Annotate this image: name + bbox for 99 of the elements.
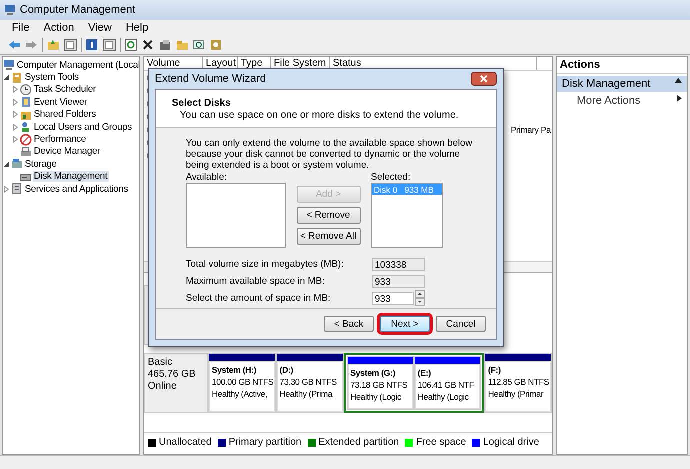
partition-size: 112.85 GB NTFS xyxy=(488,376,550,388)
readonly-field: 933 xyxy=(372,274,425,288)
panel-icon[interactable] xyxy=(103,39,116,51)
partition-block[interactable]: (E:) 106.41 GB NTF Healthy (Logic xyxy=(414,364,480,409)
field-label: Total volume size in megabytes (MB): xyxy=(186,258,345,270)
toolbox-icon xyxy=(11,72,23,84)
submenu-arrow-icon xyxy=(677,95,682,102)
clock-icon xyxy=(20,84,32,96)
actions-header: Actions xyxy=(557,57,687,74)
collapse-arrow-icon[interactable] xyxy=(3,160,10,168)
tree-item[interactable]: Event Viewer xyxy=(33,96,88,108)
partition-size: 73.30 GB NTFS xyxy=(280,376,338,388)
tree-item[interactable]: Services and Applications xyxy=(24,184,130,195)
wizard-button[interactable]: < Back xyxy=(324,316,374,332)
spin-down-button[interactable] xyxy=(415,298,425,306)
close-button[interactable] xyxy=(471,72,497,86)
computer-icon xyxy=(3,59,15,72)
partition-name: (E:) xyxy=(418,367,432,379)
header-subtitle: You can use space on one or more disks to extend the volume. xyxy=(179,110,460,121)
disk-name: Disk 0 xyxy=(374,184,398,194)
tree-item[interactable]: Task Scheduler xyxy=(33,84,98,96)
legend-label: Free space xyxy=(416,437,466,448)
storage-icon xyxy=(11,158,23,170)
printer-icon xyxy=(20,146,32,158)
close-icon[interactable] xyxy=(142,39,155,51)
field-label: Maximum available space in MB: xyxy=(186,276,326,286)
legend-label: Logical drive xyxy=(483,437,540,448)
partition-status: Healthy (Prima xyxy=(280,388,334,400)
menu-item[interactable]: View xyxy=(88,22,112,34)
menu-item[interactable]: Help xyxy=(126,22,149,34)
expand-arrow-icon[interactable] xyxy=(12,98,19,106)
disk-info: Basic xyxy=(148,357,174,369)
action-link[interactable]: More Actions xyxy=(577,95,641,107)
spin-up-button[interactable] xyxy=(415,290,425,298)
extended-partition[interactable]: System (G:) 73.18 GB NTFS Healthy (Logic (E:) 106.41 GB NTF Healthy (Logic xyxy=(344,353,484,413)
partition-name: (D:) xyxy=(280,364,294,376)
tree-item[interactable]: Device Manager xyxy=(33,146,102,158)
users-icon xyxy=(20,121,32,134)
partition-block[interactable]: System (H:) 100.00 GB NTFS Healthy (Active, xyxy=(209,361,275,412)
tree-item[interactable]: Performance xyxy=(33,134,88,146)
app-icon xyxy=(4,4,16,16)
wizard-button[interactable]: < Remove All xyxy=(296,228,360,245)
partition-block[interactable]: (D:) 73.30 GB NTFS Healthy (Prima xyxy=(276,361,342,412)
available-list[interactable] xyxy=(186,183,286,248)
partition-status: Healthy (Active, xyxy=(212,388,269,400)
description-text: You can only extend the volume to the available space shown below because your disk cannot be converted to dynamic or the volume being extended is a boot or system volume. xyxy=(186,138,474,171)
disk-space: 933 MB xyxy=(404,184,434,194)
legend-label: Extended partition xyxy=(318,437,400,448)
menu-item[interactable]: File xyxy=(12,22,30,34)
partition-name: System (G:) xyxy=(350,367,396,379)
folder-icon[interactable] xyxy=(47,39,60,51)
wizard-button[interactable]: Next > xyxy=(380,316,430,332)
tree-item[interactable]: Disk Management xyxy=(33,171,109,182)
disk-info: Online xyxy=(148,381,178,393)
partition-block[interactable]: (F:) 112.85 GB NTFS Healthy (Primar xyxy=(485,361,552,412)
collapse-arrow-icon[interactable] xyxy=(675,78,682,83)
partition-size: 73.18 GB NTFS xyxy=(350,379,409,391)
partition-name: (F:) xyxy=(488,364,502,376)
wizard-button[interactable]: Cancel xyxy=(436,316,486,332)
list-label: Available: xyxy=(186,172,228,183)
refresh-icon[interactable] xyxy=(125,39,138,51)
spin-field[interactable]: 933 xyxy=(372,292,414,304)
partition-size: 106.41 GB NTF xyxy=(418,379,476,391)
expand-arrow-icon[interactable] xyxy=(12,124,19,131)
tree-item[interactable]: Storage xyxy=(24,158,58,170)
field-label: Select the amount of space in MB: xyxy=(186,292,332,304)
tree-item[interactable]: Shared Folders xyxy=(33,109,98,120)
tree-item[interactable]: Local Users and Groups xyxy=(33,122,134,133)
partition-size: 100.00 GB NTFS xyxy=(212,376,273,388)
dialog-title: Extend Volume Wizard xyxy=(155,73,266,85)
back-icon[interactable] xyxy=(8,39,21,51)
expand-arrow-icon[interactable] xyxy=(12,136,19,144)
log-icon xyxy=(20,96,32,108)
wizard-button[interactable]: < Remove xyxy=(296,207,360,224)
disk-info: 465.76 GB xyxy=(148,369,197,381)
expand-arrow-icon[interactable] xyxy=(12,86,19,94)
panel-icon[interactable] xyxy=(64,39,77,51)
search-icon[interactable] xyxy=(193,39,206,51)
gauge-icon xyxy=(20,134,32,146)
services-icon xyxy=(11,183,23,196)
actions-section[interactable]: Disk Management xyxy=(557,76,687,92)
partition-name: System (H:) xyxy=(212,364,258,376)
expand-arrow-icon[interactable] xyxy=(3,186,10,193)
header-title: Select Disks xyxy=(172,98,232,109)
partition-status: Healthy (Logic xyxy=(418,391,470,403)
expand-arrow-icon[interactable] xyxy=(12,111,19,118)
legend-label: Unallocated xyxy=(159,437,212,448)
window-title: Computer Management xyxy=(20,4,136,16)
partition-status: Healthy (Primar xyxy=(488,388,545,400)
tree-item[interactable]: System Tools xyxy=(24,72,80,84)
partition-block[interactable]: System (G:) 73.18 GB NTFS Healthy (Logic xyxy=(348,364,413,409)
menu-item[interactable]: Action xyxy=(44,22,74,34)
legend-label: Primary partition xyxy=(228,437,302,448)
readonly-field: 103338 xyxy=(372,258,425,270)
status-text: Primary Pa xyxy=(510,124,551,134)
collapse-arrow-icon[interactable] xyxy=(3,74,10,82)
partition-status: Healthy (Logic xyxy=(350,391,402,403)
list-label: Selected: xyxy=(371,172,412,183)
section-title: Disk Management xyxy=(562,78,651,90)
